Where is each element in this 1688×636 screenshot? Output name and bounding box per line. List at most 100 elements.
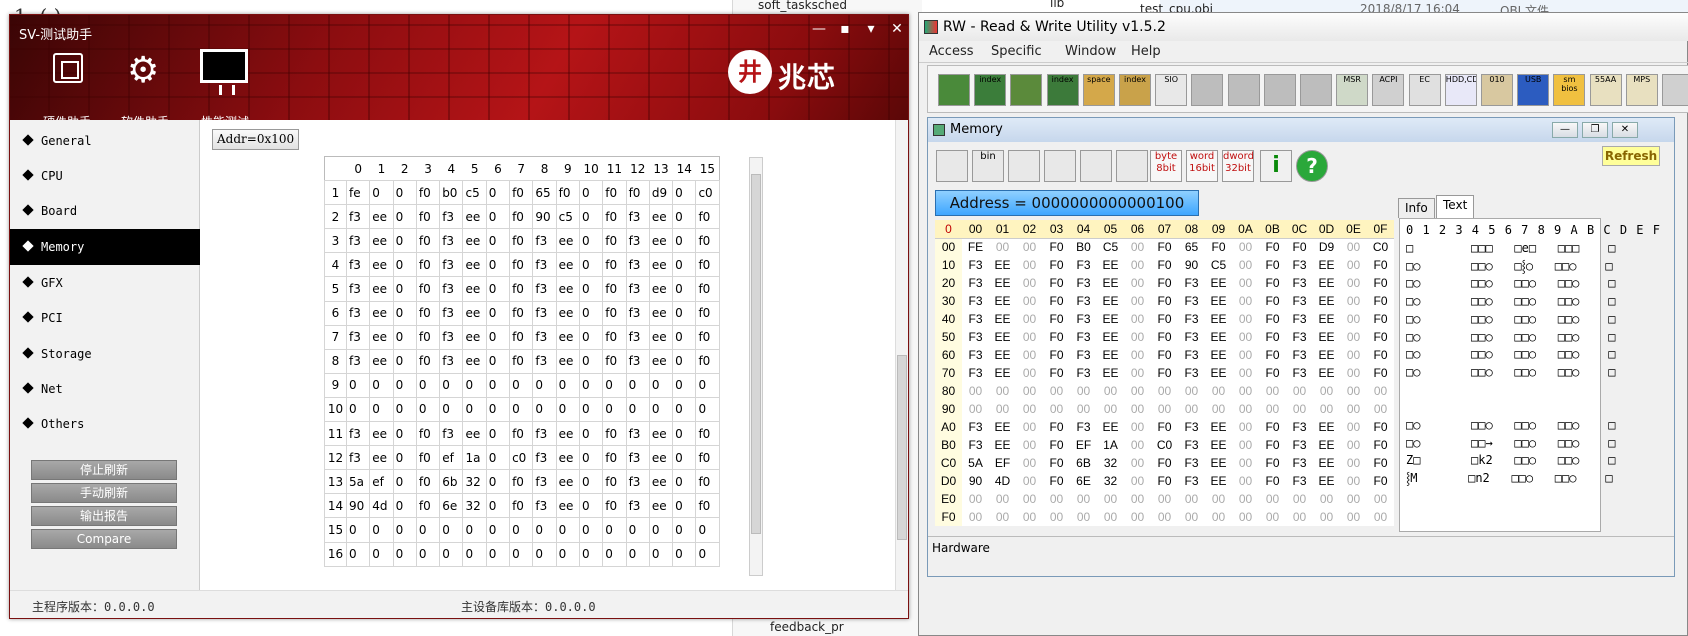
hex-cell[interactable]: 32 bbox=[1097, 454, 1124, 472]
grid-cell[interactable]: f3 bbox=[345, 324, 371, 350]
hex-cell[interactable]: 00 bbox=[1232, 382, 1259, 400]
nav-item-board[interactable]: Board bbox=[10, 193, 200, 229]
hex-cell[interactable]: F3 bbox=[1286, 256, 1313, 274]
grid-cell[interactable]: 0 bbox=[392, 396, 417, 423]
bin-save-icon[interactable]: bin bbox=[972, 150, 1004, 182]
tab-text[interactable]: Text bbox=[1436, 195, 1475, 218]
word-view-button[interactable]: word 16bit bbox=[1186, 150, 1218, 182]
grid-cell[interactable]: f0 bbox=[695, 348, 720, 374]
hex-cell[interactable]: F3 bbox=[962, 346, 989, 364]
grid-cell[interactable]: f0 bbox=[415, 276, 441, 302]
grid-cell[interactable]: ee bbox=[369, 348, 394, 374]
hex-cell[interactable]: 00 bbox=[1070, 400, 1097, 418]
grid-cell[interactable]: ee bbox=[462, 276, 487, 302]
grid-cell[interactable]: 0 bbox=[625, 372, 650, 398]
hex-grid[interactable]: 0 00 01 02 03 04 05 06 07 08 09 0A 0B 0C 0D 0E 0F 00 FE 00 0… bbox=[935, 220, 1394, 526]
hex-cell[interactable]: 00 bbox=[1124, 364, 1151, 382]
memory-restore-button[interactable]: ❐ bbox=[1582, 122, 1608, 138]
window-icon[interactable] bbox=[1008, 150, 1040, 182]
grid-cell[interactable]: 0 bbox=[695, 372, 720, 398]
hex-cell[interactable]: 00 bbox=[1097, 382, 1124, 400]
grid-cell[interactable]: 0 bbox=[392, 276, 417, 302]
grid-cell[interactable]: f3 bbox=[345, 300, 371, 326]
grid-cell[interactable]: 5a bbox=[345, 469, 371, 495]
hex-cell[interactable]: F0 bbox=[1043, 328, 1070, 346]
hex-cell[interactable]: F3 bbox=[1070, 418, 1097, 436]
grid-cell[interactable]: 0 bbox=[695, 517, 720, 543]
hex-cell[interactable]: F3 bbox=[1286, 418, 1313, 436]
grid-cell[interactable]: f0 bbox=[602, 228, 627, 254]
grid-cell[interactable]: f3 bbox=[439, 300, 464, 326]
hex-cell[interactable]: 00 bbox=[1016, 328, 1043, 346]
grid-cell[interactable]: 0 bbox=[485, 348, 511, 374]
hex-cell[interactable]: EE bbox=[1205, 346, 1232, 364]
grid-cell[interactable]: f0 bbox=[509, 180, 534, 206]
rw-toolbar-button[interactable] bbox=[1010, 74, 1043, 106]
grid-cell[interactable]: 0 bbox=[555, 517, 580, 543]
grid-cell[interactable]: 0 bbox=[672, 228, 697, 254]
grid-cell[interactable]: ee bbox=[555, 421, 580, 447]
grid-cell[interactable]: f0 bbox=[509, 300, 534, 326]
grid-cell[interactable]: ee bbox=[369, 421, 394, 447]
hex-cell[interactable]: 00 bbox=[1232, 310, 1259, 328]
grid-cell[interactable]: 0 bbox=[672, 517, 697, 543]
hex-cell[interactable]: F3 bbox=[962, 364, 989, 382]
hex-cell[interactable]: 00 bbox=[1259, 490, 1286, 508]
hex-cell[interactable]: F3 bbox=[1178, 292, 1205, 310]
grid-cell[interactable]: ee bbox=[369, 445, 394, 471]
hex-cell[interactable]: C5 bbox=[1205, 256, 1232, 274]
grid-cell[interactable]: 0 bbox=[392, 541, 417, 567]
hex-cell[interactable]: F0 bbox=[1259, 454, 1286, 472]
hex-cell[interactable]: F0 bbox=[1259, 292, 1286, 310]
hex-cell[interactable]: 00 bbox=[1286, 400, 1313, 418]
grid-cell[interactable]: f0 bbox=[602, 252, 627, 278]
hex-cell[interactable]: F3 bbox=[962, 436, 989, 454]
tab-info[interactable]: Info bbox=[1398, 198, 1435, 218]
grid-cell[interactable]: f0 bbox=[509, 421, 534, 447]
grid-cell[interactable]: 0 bbox=[392, 300, 417, 326]
grid-cell[interactable]: f3 bbox=[532, 324, 557, 350]
hex-cell[interactable]: 00 bbox=[1043, 382, 1070, 400]
grid-cell[interactable]: 0 bbox=[485, 421, 511, 447]
hex-cell[interactable]: 00 bbox=[1367, 382, 1394, 400]
grid-cell[interactable]: 0 bbox=[578, 541, 604, 567]
grid-cell[interactable]: d9 bbox=[648, 180, 674, 206]
hex-cell[interactable]: F0 bbox=[1367, 292, 1394, 310]
grid-cell[interactable]: ee bbox=[648, 204, 674, 230]
hex-cell[interactable]: F0 bbox=[1043, 256, 1070, 274]
hex-cell[interactable]: F0 bbox=[1151, 256, 1178, 274]
hex-cell[interactable]: F0 bbox=[1367, 454, 1394, 472]
grid-cell[interactable]: ee bbox=[555, 300, 580, 326]
grid-cell[interactable]: f0 bbox=[509, 276, 534, 302]
grid-cell[interactable]: 0 bbox=[648, 517, 674, 543]
grid-cell[interactable]: ee bbox=[369, 228, 394, 254]
grid-cell[interactable]: f3 bbox=[625, 493, 650, 519]
hex-cell[interactable]: 00 bbox=[1070, 490, 1097, 508]
hex-cell[interactable]: F3 bbox=[1178, 436, 1205, 454]
grid-cell[interactable]: f0 bbox=[695, 445, 720, 471]
hex-cell[interactable]: EE bbox=[1097, 292, 1124, 310]
grid-cell[interactable]: 6e bbox=[439, 493, 464, 519]
hex-cell[interactable]: EE bbox=[1313, 256, 1340, 274]
hex-cell[interactable]: 00 bbox=[1124, 400, 1151, 418]
hex-cell[interactable]: 00 bbox=[1259, 382, 1286, 400]
main-scroll-thumb[interactable] bbox=[897, 355, 907, 540]
hex-cell[interactable]: EE bbox=[989, 328, 1016, 346]
grid-cell[interactable]: 0 bbox=[555, 372, 580, 398]
hex-cell[interactable]: F3 bbox=[1178, 418, 1205, 436]
hex-cell[interactable]: 00 bbox=[1043, 490, 1070, 508]
hex-cell[interactable]: 00 bbox=[1016, 292, 1043, 310]
hex-cell[interactable]: 00 bbox=[1178, 490, 1205, 508]
nav-item-general[interactable]: General bbox=[10, 123, 200, 159]
hex-cell[interactable]: EE bbox=[1205, 292, 1232, 310]
help-icon[interactable]: ? bbox=[1296, 150, 1328, 182]
grid-cell[interactable]: ee bbox=[555, 469, 580, 495]
hex-cell[interactable]: 00 bbox=[962, 508, 989, 526]
hex-cell[interactable]: 00 bbox=[1232, 328, 1259, 346]
hex-cell[interactable]: F0 bbox=[1151, 364, 1178, 382]
rw-toolbar-button[interactable]: USB bbox=[1517, 74, 1550, 106]
grid-cell[interactable]: 0 bbox=[578, 348, 604, 374]
rw-toolbar-button[interactable] bbox=[1300, 74, 1332, 106]
hex-cell[interactable]: EE bbox=[1205, 274, 1232, 292]
close-button[interactable]: ✕ bbox=[888, 21, 906, 37]
